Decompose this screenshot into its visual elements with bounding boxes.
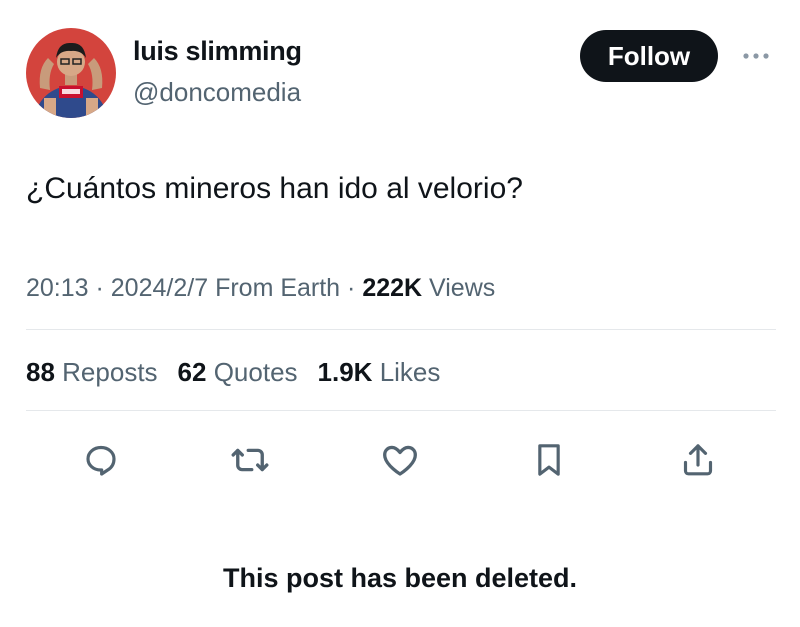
quotes-stat[interactable]: 62 Quotes [178, 357, 298, 387]
engagement-stats: 88 Reposts 62 Quotes 1.9K Likes [26, 357, 440, 388]
more-icon[interactable] [738, 44, 774, 68]
reposts-count: 88 [26, 357, 55, 387]
reply-button[interactable] [79, 438, 123, 482]
likes-count: 1.9K [317, 357, 373, 387]
quotes-label: Quotes [213, 357, 298, 387]
post-date[interactable]: 2024/2/7 [111, 274, 208, 302]
like-icon [383, 445, 417, 476]
avatar[interactable] [26, 28, 116, 118]
post-text: ¿Cuántos mineros han ido al velorio? [26, 172, 523, 205]
like-button[interactable] [378, 438, 422, 482]
bookmark-icon [538, 444, 560, 476]
views-label: Views [429, 274, 496, 302]
views-count: 222K [362, 274, 423, 302]
share-icon [683, 444, 713, 476]
author-display-name[interactable]: luis slimming [133, 36, 302, 67]
divider [26, 410, 776, 411]
likes-stat[interactable]: 1.9K Likes [318, 357, 441, 387]
likes-label: Likes [379, 357, 441, 387]
meta-separator: · [88, 274, 111, 302]
quotes-count: 62 [177, 357, 207, 387]
post-meta: 20:13 · 2024/2/7 From Earth · 222K Views [26, 274, 495, 303]
divider [26, 329, 776, 330]
bookmark-button[interactable] [527, 438, 571, 482]
avatar-photo [26, 28, 116, 118]
repost-icon [231, 448, 269, 472]
follow-button[interactable]: Follow [580, 30, 718, 82]
post-time[interactable]: 20:13 [26, 274, 89, 302]
repost-button[interactable] [228, 438, 272, 482]
share-button[interactable] [676, 438, 720, 482]
reposts-label: Reposts [62, 357, 158, 387]
deleted-notice: This post has been deleted. [222, 563, 578, 593]
reposts-stat[interactable]: 88 Reposts [26, 357, 158, 387]
post-source: From Earth [215, 274, 341, 302]
reply-icon [86, 445, 116, 476]
meta-separator: · [340, 274, 363, 302]
author-handle[interactable]: @doncomedia [133, 77, 301, 108]
